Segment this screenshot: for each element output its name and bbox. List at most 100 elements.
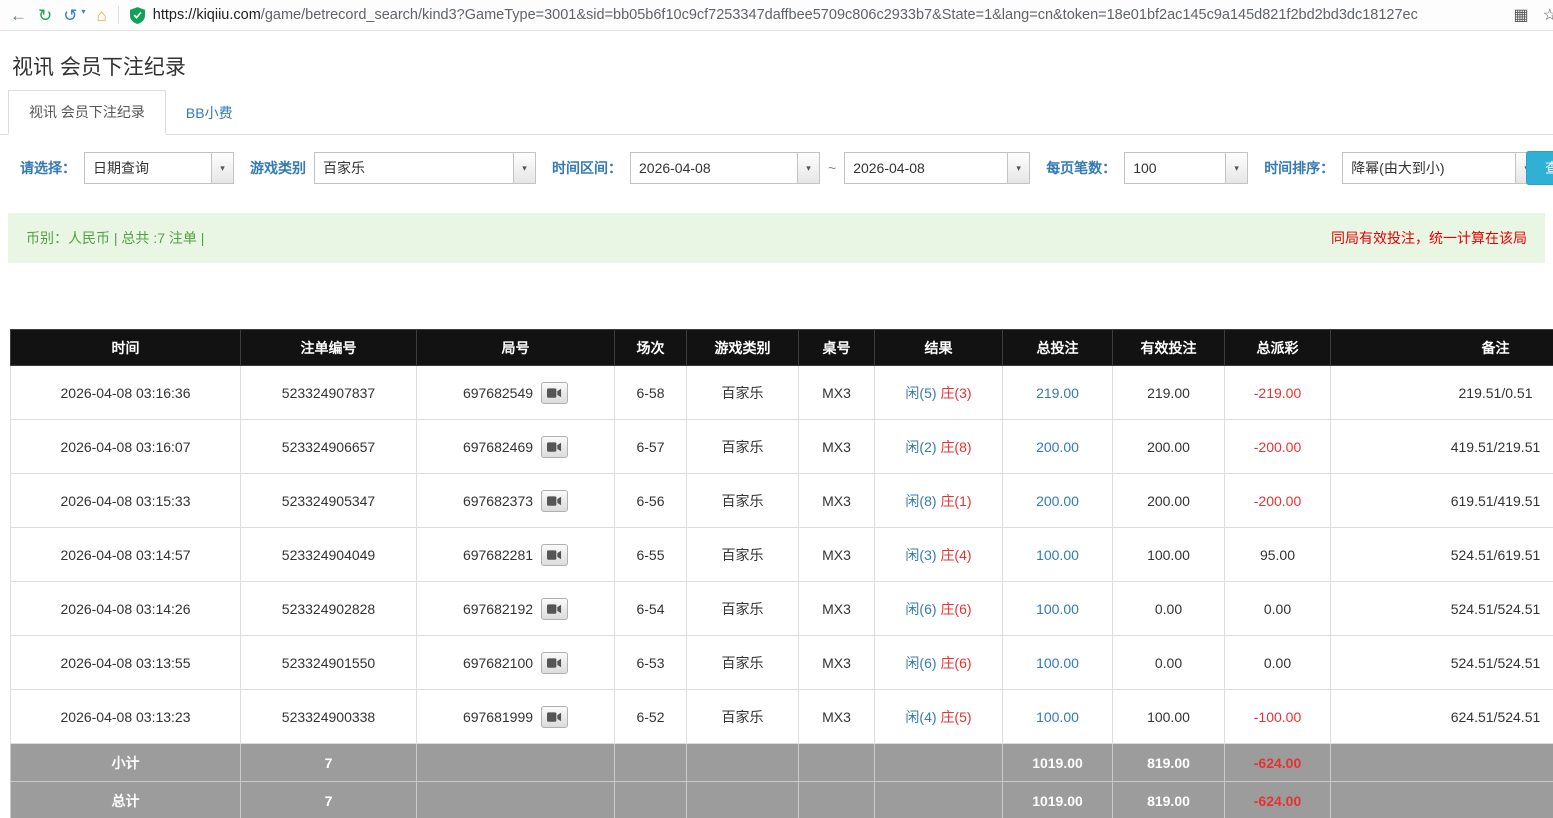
table-row: 2026-04-08 03:16:36 523324907837 6976825… [11,366,1553,420]
url-text[interactable]: https://kiqiiu.com/game/betrecord_search… [153,7,1418,23]
query-mode-value[interactable] [85,153,211,183]
header-total-bet: 总投注 [1003,330,1113,366]
cell-total-bet[interactable]: 200.00 [1003,420,1113,474]
round-id-text: 697682192 [463,601,533,617]
result-player: 闲(6) [905,601,936,617]
cell-session: 6-53 [615,636,687,690]
address-bar[interactable]: https://kiqiiu.com/game/betrecord_search… [130,7,1503,24]
chevron-down-icon[interactable]: ▾ [797,153,819,183]
round-id-text: 697682469 [463,439,533,455]
game-type-select[interactable]: ▾ [314,152,536,184]
result-player: 闲(5) [905,385,936,401]
result-banker: 庄(3) [940,385,971,401]
cell-payout: 95.00 [1225,528,1331,582]
header-bet-id: 注单编号 [241,330,417,366]
video-replay-icon[interactable] [541,652,568,674]
cell-total-bet[interactable]: 100.00 [1003,528,1113,582]
security-shield-icon[interactable] [130,7,145,24]
cell-game-type: 百家乐 [687,690,799,744]
empty-cell [799,744,875,782]
undo-icon[interactable]: ↺ [63,7,77,24]
cell-total-bet[interactable]: 200.00 [1003,474,1113,528]
cell-session: 6-56 [615,474,687,528]
empty-cell [875,744,1003,782]
back-icon[interactable]: ← [10,7,27,24]
cell-total-bet[interactable]: 100.00 [1003,582,1113,636]
empty-cell [615,744,687,782]
qr-code-icon[interactable]: ▦ [1514,5,1529,25]
refresh-icon[interactable]: ↻ [38,7,52,24]
video-replay-icon[interactable] [541,436,568,458]
header-payout: 总派彩 [1225,330,1331,366]
tab-bet-records[interactable]: 视讯 会员下注纪录 [8,90,166,135]
undo-dropdown-icon[interactable]: ▾ [82,7,86,16]
round-id-text: 697682100 [463,655,533,671]
empty-cell [417,782,615,818]
tab-bar: 视讯 会员下注纪录 BB小费 [0,95,1553,135]
cell-session: 6-52 [615,690,687,744]
total-count: 7 [241,782,417,818]
header-round-id: 局号 [417,330,615,366]
video-replay-icon[interactable] [541,706,568,728]
subtotal-count: 7 [241,744,417,782]
page-size-select[interactable]: ▾ [1124,152,1248,184]
home-icon[interactable]: ⌂ [97,7,107,24]
total-label: 总计 [11,782,241,818]
cell-session: 6-55 [615,528,687,582]
header-result: 结果 [875,330,1003,366]
cell-bet-id: 523324905347 [241,474,417,528]
video-replay-icon[interactable] [541,382,568,404]
cell-total-bet[interactable]: 219.00 [1003,366,1113,420]
header-table-no: 桌号 [799,330,875,366]
sort-order-label: 时间排序： [1264,158,1334,178]
cell-time: 2026-04-08 03:14:26 [11,582,241,636]
cell-round-id: 697681999 [417,690,615,744]
same-round-notice: 同局有效投注，统一计算在该局 [1331,228,1527,248]
header-valid-bet: 有效投注 [1113,330,1225,366]
cell-valid-bet: 200.00 [1113,474,1225,528]
total-payout: -624.00 [1225,782,1331,818]
total-row: 总计 7 1019.00 819.00 -624.00 [11,782,1553,818]
empty-cell [1331,782,1553,818]
date-from-value[interactable] [631,153,797,183]
table-row: 2026-04-08 03:15:33 523324905347 6976823… [11,474,1553,528]
url-path: /game/betrecord_search/kind3?GameType=30… [261,7,1418,23]
chevron-down-icon[interactable]: ▾ [513,153,535,183]
cell-round-id: 697682281 [417,528,615,582]
cell-note: 219.51/0.51 [1331,366,1553,420]
sort-order-select[interactable]: ▾ [1342,152,1538,184]
cell-time: 2026-04-08 03:16:36 [11,366,241,420]
result-player: 闲(2) [905,439,936,455]
date-to-value[interactable] [845,153,1007,183]
cell-total-bet[interactable]: 100.00 [1003,690,1113,744]
cell-payout: -200.00 [1225,420,1331,474]
game-type-value[interactable] [315,153,513,183]
cell-table-no: MX3 [799,636,875,690]
cell-note: 419.51/219.51 [1331,420,1553,474]
cell-result: 闲(8) 庄(1) [875,474,1003,528]
subtotal-label: 小计 [11,744,241,782]
empty-cell [417,744,615,782]
chevron-down-icon[interactable]: ▾ [1007,153,1029,183]
cell-session: 6-58 [615,366,687,420]
date-to-picker[interactable]: ▾ [844,152,1030,184]
sort-order-value[interactable] [1343,153,1515,183]
video-replay-icon[interactable] [541,490,568,512]
query-mode-select[interactable]: ▾ [84,152,234,184]
video-replay-icon[interactable] [541,544,568,566]
date-from-picker[interactable]: ▾ [630,152,820,184]
video-replay-icon[interactable] [541,598,568,620]
cell-round-id: 697682469 [417,420,615,474]
cell-table-no: MX3 [799,420,875,474]
cell-session: 6-54 [615,582,687,636]
tab-bb-tips[interactable]: BB小费 [166,92,253,134]
round-id-text: 697682373 [463,493,533,509]
cell-note: 619.51/419.51 [1331,474,1553,528]
search-button[interactable]: 查询 [1526,151,1553,185]
favorite-star-icon[interactable]: ☆ [1543,5,1553,25]
chevron-down-icon[interactable]: ▾ [1225,153,1247,183]
chevron-down-icon[interactable]: ▾ [211,153,233,183]
result-player: 闲(8) [905,493,936,509]
cell-total-bet[interactable]: 100.00 [1003,636,1113,690]
page-size-value[interactable] [1125,153,1225,183]
